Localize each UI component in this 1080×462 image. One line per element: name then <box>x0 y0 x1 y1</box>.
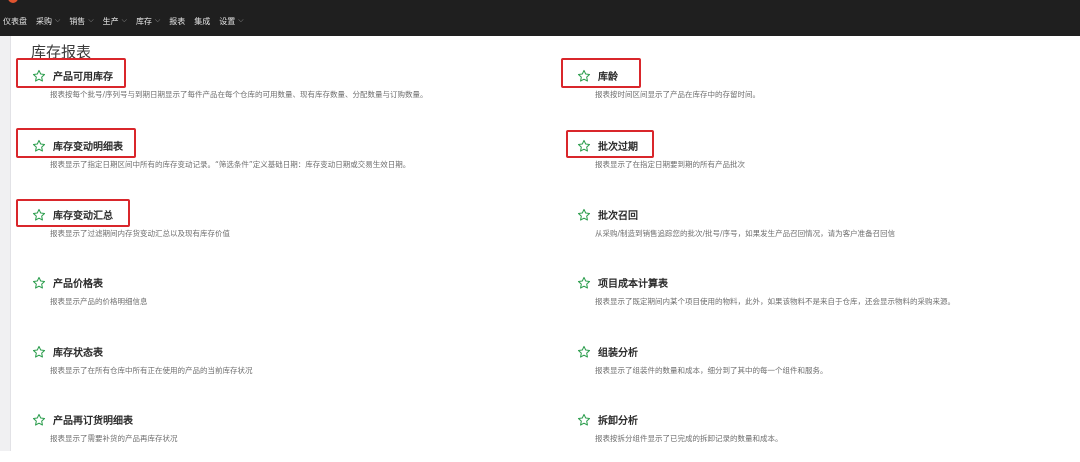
nav-item-label: 生产 <box>102 16 119 26</box>
report-description: 从采购/制造到销售追踪您的批次/批号/序号，如果发生产品召回情况，请为客户准备召… <box>595 229 896 238</box>
report-title-link[interactable]: 产品价格表 <box>53 275 103 290</box>
nav-item-7[interactable]: 设置 ⌵ <box>219 16 243 27</box>
report-description: 报表显示了需要补货的产品再库存状况 <box>50 434 178 443</box>
main-menu: 仪表盘 采购 ⌵ 销售 ⌵ 生产 ⌵ 库存 ⌵ 报表 集成 设置 ⌵ <box>0 16 251 27</box>
highlight-annotation-box <box>561 58 641 88</box>
report-description: 报表显示了组装件的数量和成本，细分到了其中的每一个组件和服务。 <box>595 366 828 375</box>
favorite-star-icon[interactable] <box>32 345 46 359</box>
report-description: 报表显示了在所有仓库中所有正在使用的产品的当前库存状况 <box>50 366 253 375</box>
favorite-star-icon[interactable] <box>577 208 591 222</box>
report-header: 组装分析 <box>577 344 638 359</box>
report-card: 组装分析报表显示了组装件的数量和成本，细分到了其中的每一个组件和服务。 <box>577 344 1067 394</box>
report-title-link[interactable]: 产品再订货明细表 <box>53 412 133 427</box>
chevron-down-icon: ⌵ <box>55 15 61 24</box>
chevron-down-icon: ⌵ <box>121 15 127 24</box>
report-card: 拆卸分析报表按拆分组件显示了已完成的拆卸记录的数量和成本。 <box>577 412 1067 462</box>
nav-item-5[interactable]: 报表 <box>169 16 185 27</box>
report-header: 项目成本计算表 <box>577 275 668 290</box>
nav-item-3[interactable]: 生产 ⌵ <box>103 16 127 27</box>
highlight-annotation-box <box>16 128 136 158</box>
report-description: 报表显示产品的价格明细信息 <box>50 297 148 306</box>
highlight-annotation-box <box>16 58 126 88</box>
nav-item-label: 采购 <box>36 16 52 26</box>
favorite-star-icon[interactable] <box>32 276 46 290</box>
report-card: 批次召回从采购/制造到销售追踪您的批次/批号/序号，如果发生产品召回情况，请为客… <box>577 207 1067 257</box>
nav-item-label: 库存 <box>135 16 152 26</box>
highlight-annotation-box <box>566 130 654 158</box>
chevron-down-icon: ⌵ <box>88 15 94 24</box>
report-description: 报表按每个批号/序列号与到期日期显示了每件产品在每个仓库的可用数量、现有库存数量… <box>50 90 428 99</box>
top-navigation-bar: 仪表盘 采购 ⌵ 销售 ⌵ 生产 ⌵ 库存 ⌵ 报表 集成 设置 ⌵ <box>0 0 1080 36</box>
nav-item-4[interactable]: 库存 ⌵ <box>136 16 160 27</box>
chevron-down-icon: ⌵ <box>238 15 244 24</box>
report-description: 报表显示了既定期间内某个项目使用的物料，此外，如果该物料不是来自于仓库，还会显示… <box>595 297 955 306</box>
report-header: 产品价格表 <box>32 275 103 290</box>
report-header: 拆卸分析 <box>577 412 638 427</box>
report-description: 报表显示了指定日期区间中所有的库存变动记录。“筛选条件”定义基础日期：库存变动日… <box>50 160 411 169</box>
left-gutter <box>0 36 11 451</box>
report-card: 项目成本计算表报表显示了既定期间内某个项目使用的物料，此外，如果该物料不是来自于… <box>577 275 1067 325</box>
nav-item-6[interactable]: 集成 <box>194 16 210 27</box>
report-card: 库龄 报表按时间区间显示了产品在库存中的存留时间。 <box>577 68 1067 118</box>
report-title-link[interactable]: 组装分析 <box>598 344 638 359</box>
favorite-star-icon[interactable] <box>577 345 591 359</box>
report-description: 报表按时间区间显示了产品在库存中的存留时间。 <box>595 90 760 99</box>
nav-item-label: 集成 <box>194 16 211 26</box>
nav-item-0[interactable]: 仪表盘 <box>3 16 27 27</box>
report-title-link[interactable]: 批次召回 <box>598 207 638 222</box>
favorite-star-icon[interactable] <box>577 276 591 290</box>
nav-item-2[interactable]: 销售 ⌵ <box>69 16 93 27</box>
nav-item-label: 报表 <box>169 16 186 26</box>
nav-item-label: 设置 <box>219 16 236 26</box>
highlight-annotation-box <box>16 199 130 227</box>
report-description: 报表显示了过滤期间内存货变动汇总以及现有库存价值 <box>50 229 230 238</box>
nav-item-label: 销售 <box>69 16 86 26</box>
report-title-link[interactable]: 拆卸分析 <box>598 412 638 427</box>
report-header: 批次召回 <box>577 207 638 222</box>
report-card: 产品价格表报表显示产品的价格明细信息 <box>32 275 552 325</box>
report-header: 库存状态表 <box>32 344 103 359</box>
report-description: 报表按拆分组件显示了已完成的拆卸记录的数量和成本。 <box>595 434 783 443</box>
app-logo[interactable] <box>8 0 18 3</box>
favorite-star-icon[interactable] <box>32 413 46 427</box>
favorite-star-icon[interactable] <box>577 413 591 427</box>
report-card: 库存状态表报表显示了在所有仓库中所有正在使用的产品的当前库存状况 <box>32 344 552 394</box>
report-description: 报表显示了在指定日期要到期的所有产品批次 <box>595 160 745 169</box>
report-card: 产品再订货明细表报表显示了需要补货的产品再库存状况 <box>32 412 552 462</box>
report-title-link[interactable]: 库存状态表 <box>53 344 103 359</box>
report-title-link[interactable]: 项目成本计算表 <box>598 275 668 290</box>
nav-item-label: 仪表盘 <box>3 16 27 26</box>
chevron-down-icon: ⌵ <box>154 15 161 24</box>
nav-item-1[interactable]: 采购 ⌵ <box>36 16 60 27</box>
report-header: 产品再订货明细表 <box>32 412 133 427</box>
